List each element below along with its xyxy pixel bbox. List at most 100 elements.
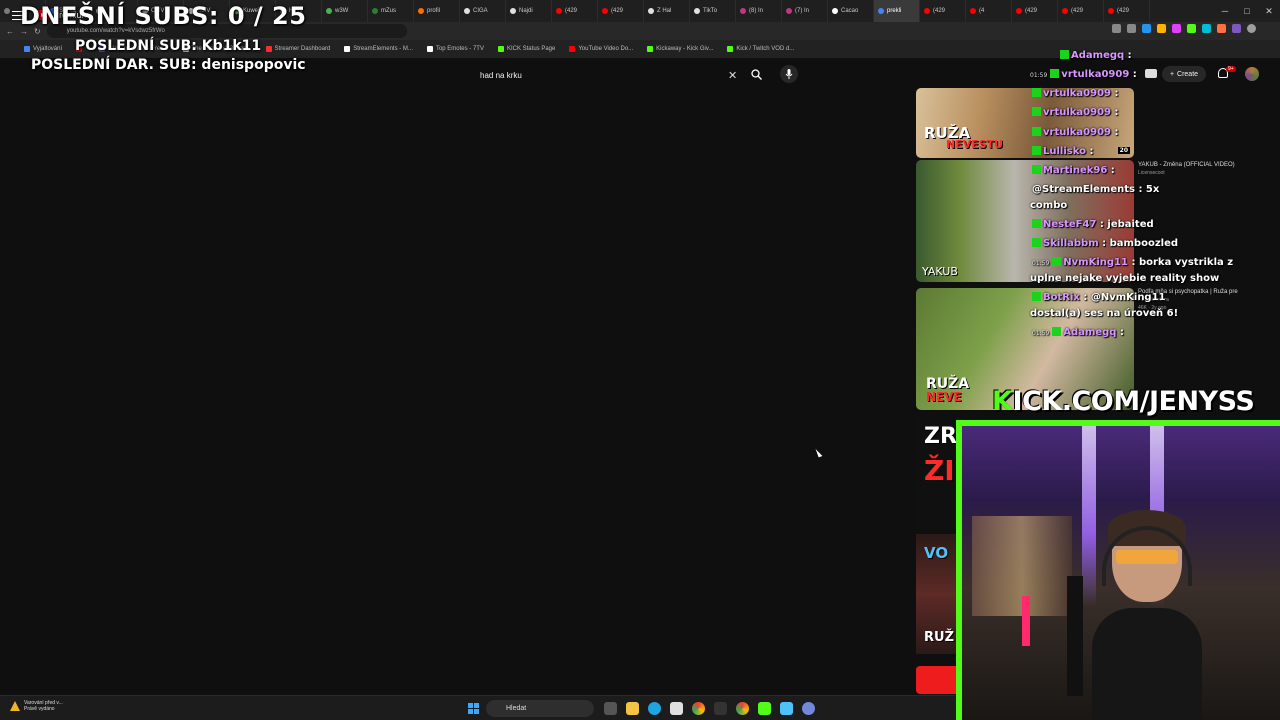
extension-icon[interactable] <box>1202 24 1211 33</box>
terminal-icon[interactable] <box>714 702 727 715</box>
bookmark-favicon-icon <box>24 46 30 52</box>
extension-icon[interactable] <box>1157 24 1166 33</box>
chat-text: dostal(a) ses na úroveň 6! <box>1030 308 1179 319</box>
discord-icon[interactable] <box>802 702 815 715</box>
browser-tab[interactable]: mZus <box>368 0 414 22</box>
profile-icon[interactable] <box>1247 24 1256 33</box>
chat-separator: : <box>1129 69 1137 80</box>
bookmark-item[interactable]: Streamer Dashboard <box>265 46 331 52</box>
create-label: Create <box>1177 70 1199 78</box>
tab-label: TikTo <box>703 8 718 14</box>
extension-icon[interactable] <box>1172 24 1181 33</box>
extension-icon[interactable] <box>1217 24 1226 33</box>
bookmark-label: StreamElements - M... <box>353 46 413 52</box>
bookmark-item[interactable]: Top Emotes - 7TV <box>426 46 484 52</box>
clear-search-icon[interactable]: ✕ <box>728 69 742 82</box>
maximize-icon[interactable]: □ <box>1236 0 1258 22</box>
create-button[interactable]: + Create <box>1162 66 1206 82</box>
chat-username: Adamegq <box>1063 327 1117 338</box>
extension-icon[interactable] <box>1112 24 1121 33</box>
chat-timestamp: 01:59 <box>1030 72 1048 79</box>
extension-icon[interactable] <box>1187 24 1196 33</box>
close-window-icon[interactable]: ✕ <box>1258 0 1280 22</box>
extension-icon[interactable] <box>1232 24 1241 33</box>
bookmark-label: Vyjaltování <box>33 46 63 52</box>
browser-tab[interactable]: (429 <box>920 0 966 22</box>
browser-tab[interactable]: Z Hal <box>644 0 690 22</box>
store-icon[interactable] <box>670 702 683 715</box>
browser-tab[interactable]: CIGA <box>460 0 506 22</box>
task-view-icon[interactable] <box>604 702 617 715</box>
browser-tab[interactable]: (7) In <box>782 0 828 22</box>
browser-tab[interactable]: (4 <box>966 0 1012 22</box>
related-video-thumbnail[interactable]: VO RUŽ <box>916 534 956 654</box>
bookmark-item[interactable]: Kick / Twitch VOD d... <box>727 46 794 52</box>
minimize-icon[interactable]: ─ <box>1214 0 1236 22</box>
notification-subtitle: Právě vydáno <box>24 706 55 712</box>
chat-text: bamboozled <box>1109 238 1179 249</box>
related-video-thumbnail[interactable] <box>916 666 956 694</box>
chrome-icon[interactable] <box>692 702 705 715</box>
chat-message: vrtulka0909 : <box>1032 127 1119 138</box>
edge-icon[interactable] <box>648 702 661 715</box>
chat-separator: : <box>1124 50 1132 61</box>
search-button[interactable] <box>748 66 764 82</box>
bookmark-label: Kickaway - Kick Giv... <box>656 46 714 52</box>
chat-message: Lullisko : <box>1032 146 1093 157</box>
browser-tab[interactable]: (429 <box>1104 0 1150 22</box>
app-icon[interactable] <box>758 702 771 715</box>
tab-label: (429 <box>611 8 624 14</box>
plus-icon: + <box>1169 70 1175 78</box>
voice-search-button[interactable] <box>780 65 798 83</box>
browser-tab[interactable]: TikTo <box>690 0 736 22</box>
tab-label: prekli <box>887 8 902 14</box>
chat-separator: : <box>1107 165 1115 176</box>
browser-tab[interactable]: (429 <box>1012 0 1058 22</box>
tab-label: w3W <box>335 8 349 14</box>
chat-username: Martinek96 <box>1043 165 1108 176</box>
related-video-thumbnail[interactable]: ZR ŽI <box>916 418 956 528</box>
extension-icon[interactable] <box>1127 24 1136 33</box>
bookmark-item[interactable]: StreamElements - M... <box>344 46 413 52</box>
browser-tab[interactable]: (429 <box>598 0 644 22</box>
tab-favicon-icon <box>4 8 10 14</box>
browser-tab[interactable]: w3W <box>322 0 368 22</box>
bookmark-item[interactable]: YouTube Video Do... <box>569 46 633 52</box>
bookmark-item[interactable]: Kickaway - Kick Giv... <box>647 46 713 52</box>
back-icon[interactable]: ← <box>6 27 14 36</box>
browser-tab[interactable]: (429 <box>1058 0 1104 22</box>
video-duration: 20 <box>1117 147 1130 154</box>
tab-favicon-icon <box>372 8 378 14</box>
bookmark-label: Streamer Dashboard <box>274 46 331 52</box>
bookmark-item[interactable]: KICK Status Page <box>497 46 555 52</box>
chrome-alt-icon[interactable] <box>736 702 749 715</box>
extension-icon[interactable] <box>1142 24 1151 33</box>
related-video-info[interactable]: YAKUB - Změna (OFFICIAL VIDEO) Licenseco… <box>1138 161 1278 177</box>
bookmark-item[interactable]: Vyjaltování <box>24 46 62 52</box>
chat-separator: : <box>1111 107 1119 118</box>
kick-badge-icon <box>1052 327 1062 336</box>
file-explorer-icon[interactable] <box>626 702 639 715</box>
browser-tab[interactable]: (8) In <box>736 0 782 22</box>
camera-icon[interactable] <box>1145 69 1157 78</box>
bookmark-favicon-icon <box>647 46 654 52</box>
chat-text: uplne nejake vyjebie reality show <box>1030 273 1220 284</box>
bookmark-label: YouTube Video Do... <box>578 46 634 52</box>
search-box[interactable]: had na krku ✕ <box>472 65 742 85</box>
notepad-icon[interactable] <box>780 702 793 715</box>
tab-favicon-icon <box>556 8 562 14</box>
browser-tab[interactable]: (429 <box>552 0 598 22</box>
chat-username: vrtulka0909 <box>1061 69 1130 80</box>
search-input[interactable]: had na krku <box>472 71 728 80</box>
windows-start-icon[interactable] <box>468 703 479 714</box>
browser-tab[interactable]: profil <box>414 0 460 22</box>
taskbar-search[interactable]: Hledat <box>486 700 594 717</box>
browser-tab[interactable]: Cacao <box>828 0 874 22</box>
tab-favicon-icon <box>326 8 332 14</box>
avatar[interactable] <box>1245 67 1259 81</box>
notification-widget[interactable]: Varování před v... Právě vydáno <box>10 700 63 712</box>
chat-message: combo <box>1030 200 1067 211</box>
tab-favicon-icon <box>878 8 884 14</box>
browser-tab[interactable]: Najdi <box>506 0 552 22</box>
browser-tab[interactable]: prekli <box>874 0 920 22</box>
